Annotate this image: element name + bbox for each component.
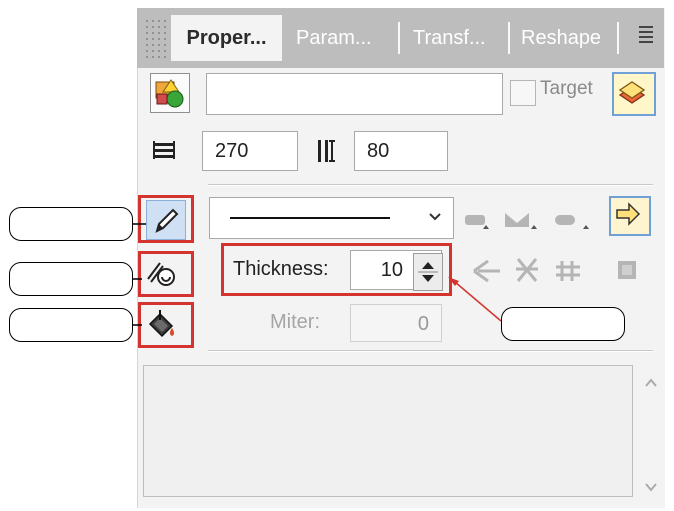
callout-pointer [133, 223, 502, 326]
